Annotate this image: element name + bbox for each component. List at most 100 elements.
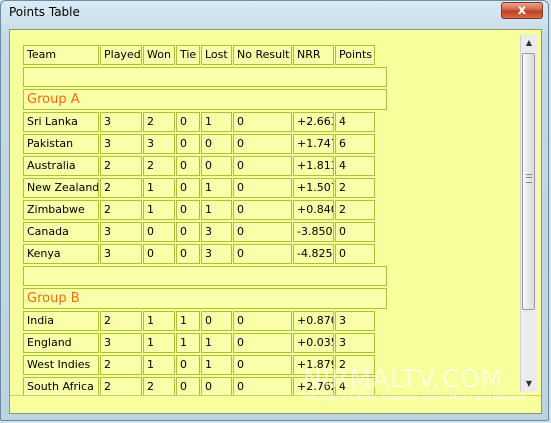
table-cell: 1 bbox=[201, 333, 232, 353]
table-cell: 3 bbox=[201, 244, 232, 264]
table-cell: 0 bbox=[335, 244, 375, 264]
vertical-scrollbar[interactable]: ▲ ▼ bbox=[520, 35, 537, 392]
title-bar[interactable]: Points Table x bbox=[1, 1, 548, 25]
column-header: Lost bbox=[201, 45, 232, 65]
table-cell: 1 bbox=[143, 178, 175, 198]
table-cell: 2 bbox=[100, 311, 142, 331]
table-cell: 0 bbox=[233, 156, 292, 176]
table-cell: 1 bbox=[201, 200, 232, 220]
table-cell: 0 bbox=[201, 156, 232, 176]
table-cell: +1.747 bbox=[293, 134, 334, 154]
table-cell: 0 bbox=[233, 200, 292, 220]
table-cell: 1 bbox=[143, 355, 175, 375]
table-cell: 2 bbox=[100, 377, 142, 395]
table-cell: Kenya bbox=[23, 244, 99, 264]
table-cell: 2 bbox=[143, 112, 175, 132]
table-cell: 1 bbox=[176, 311, 200, 331]
table-cell: +0.035 bbox=[293, 333, 334, 353]
scroll-up-arrow-icon[interactable]: ▲ bbox=[523, 37, 535, 49]
table-cell: 0 bbox=[233, 112, 292, 132]
close-button[interactable]: x bbox=[501, 2, 543, 19]
table-cell: 4 bbox=[335, 112, 375, 132]
table-cell: New Zealand bbox=[23, 178, 99, 198]
table-cell: 3 bbox=[100, 333, 142, 353]
table-cell: 0 bbox=[143, 222, 175, 242]
column-header: Tie bbox=[176, 45, 200, 65]
table-cell: South Africa bbox=[23, 377, 99, 395]
table-cell: Canada bbox=[23, 222, 99, 242]
table-cell: 3 bbox=[143, 134, 175, 154]
scroll-down-arrow-icon[interactable]: ▼ bbox=[523, 378, 535, 390]
table-cell: 2 bbox=[143, 156, 175, 176]
table-cell: 4 bbox=[335, 156, 375, 176]
table-cell: 3 bbox=[335, 333, 375, 353]
table-cell: West Indies bbox=[23, 355, 99, 375]
watermark-logo: NIRMALTV.COM bbox=[303, 364, 504, 393]
window-client-area: Team Played Won Tie Lost No Result NRR Points Gr… bbox=[9, 29, 542, 414]
table-cell: 2 bbox=[143, 377, 175, 395]
table-cell: +0.840 bbox=[293, 200, 334, 220]
table-cell: 1 bbox=[176, 333, 200, 353]
table-cell: 2 bbox=[100, 200, 142, 220]
table-cell: +1.813 bbox=[293, 156, 334, 176]
table-cell: 1 bbox=[143, 333, 175, 353]
table-cell: 0 bbox=[143, 244, 175, 264]
table-cell: 0 bbox=[233, 134, 292, 154]
table-cell: -4.825 bbox=[293, 244, 334, 264]
table-cell: 0 bbox=[176, 134, 200, 154]
table-cell: 0 bbox=[176, 200, 200, 220]
table-cell: -3.850 bbox=[293, 222, 334, 242]
table-cell: 0 bbox=[176, 377, 200, 395]
grip-icon bbox=[526, 174, 532, 183]
table-cell: 1 bbox=[201, 178, 232, 198]
table-cell: Sri Lanka bbox=[23, 112, 99, 132]
table-cell: 0 bbox=[233, 222, 292, 242]
watermark-tagline: Tech Tips, Windows, Freeware, Social Med… bbox=[299, 393, 526, 402]
scrollbar-thumb[interactable] bbox=[522, 53, 535, 310]
group-title: Group B bbox=[23, 288, 387, 309]
points-table: Team Played Won Tie Lost No Result NRR Points Gr… bbox=[23, 45, 521, 395]
table-cell: 2 bbox=[100, 156, 142, 176]
spacer-row bbox=[23, 266, 387, 286]
table-cell: India bbox=[23, 311, 99, 331]
column-header: Points bbox=[335, 45, 375, 65]
table-cell: 2 bbox=[335, 200, 375, 220]
table-cell: 0 bbox=[233, 244, 292, 264]
table-cell: 3 bbox=[201, 222, 232, 242]
close-icon: x bbox=[517, 3, 527, 18]
table-cell: 1 bbox=[201, 112, 232, 132]
column-header: Played bbox=[100, 45, 142, 65]
table-cell: England bbox=[23, 333, 99, 353]
table-cell: 0 bbox=[233, 311, 292, 331]
column-header: Team bbox=[23, 45, 99, 65]
table-cell: 0 bbox=[201, 311, 232, 331]
table-cell: 0 bbox=[176, 112, 200, 132]
table-cell: 0 bbox=[201, 134, 232, 154]
points-table-window: Points Table x Team Played Won Tie Lost No Re… bbox=[0, 0, 549, 421]
table-cell: 0 bbox=[233, 355, 292, 375]
table-cell: 3 bbox=[100, 222, 142, 242]
table-cell: 0 bbox=[233, 178, 292, 198]
table-cell: 3 bbox=[335, 311, 375, 331]
column-header: Won bbox=[143, 45, 175, 65]
column-header: No Result bbox=[233, 45, 292, 65]
table-cell: 0 bbox=[233, 377, 292, 395]
table-cell: +2.663 bbox=[293, 112, 334, 132]
table-cell: 3 bbox=[100, 134, 142, 154]
table-cell: 0 bbox=[176, 355, 200, 375]
table-cell: 0 bbox=[176, 222, 200, 242]
table-cell: 0 bbox=[176, 178, 200, 198]
table-cell: 0 bbox=[201, 377, 232, 395]
table-cell: +1.507 bbox=[293, 178, 334, 198]
table-cell: +0.870 bbox=[293, 311, 334, 331]
window-title: Points Table bbox=[9, 5, 80, 19]
table-cell: 1 bbox=[201, 355, 232, 375]
table-cell: 3 bbox=[100, 244, 142, 264]
table-cell: 1 bbox=[143, 200, 175, 220]
spacer-row bbox=[23, 67, 387, 87]
column-header: NRR bbox=[293, 45, 334, 65]
table-cell: Pakistan bbox=[23, 134, 99, 154]
table-cell: 6 bbox=[335, 134, 375, 154]
table-cell: 0 bbox=[233, 333, 292, 353]
table-cell: 0 bbox=[335, 222, 375, 242]
